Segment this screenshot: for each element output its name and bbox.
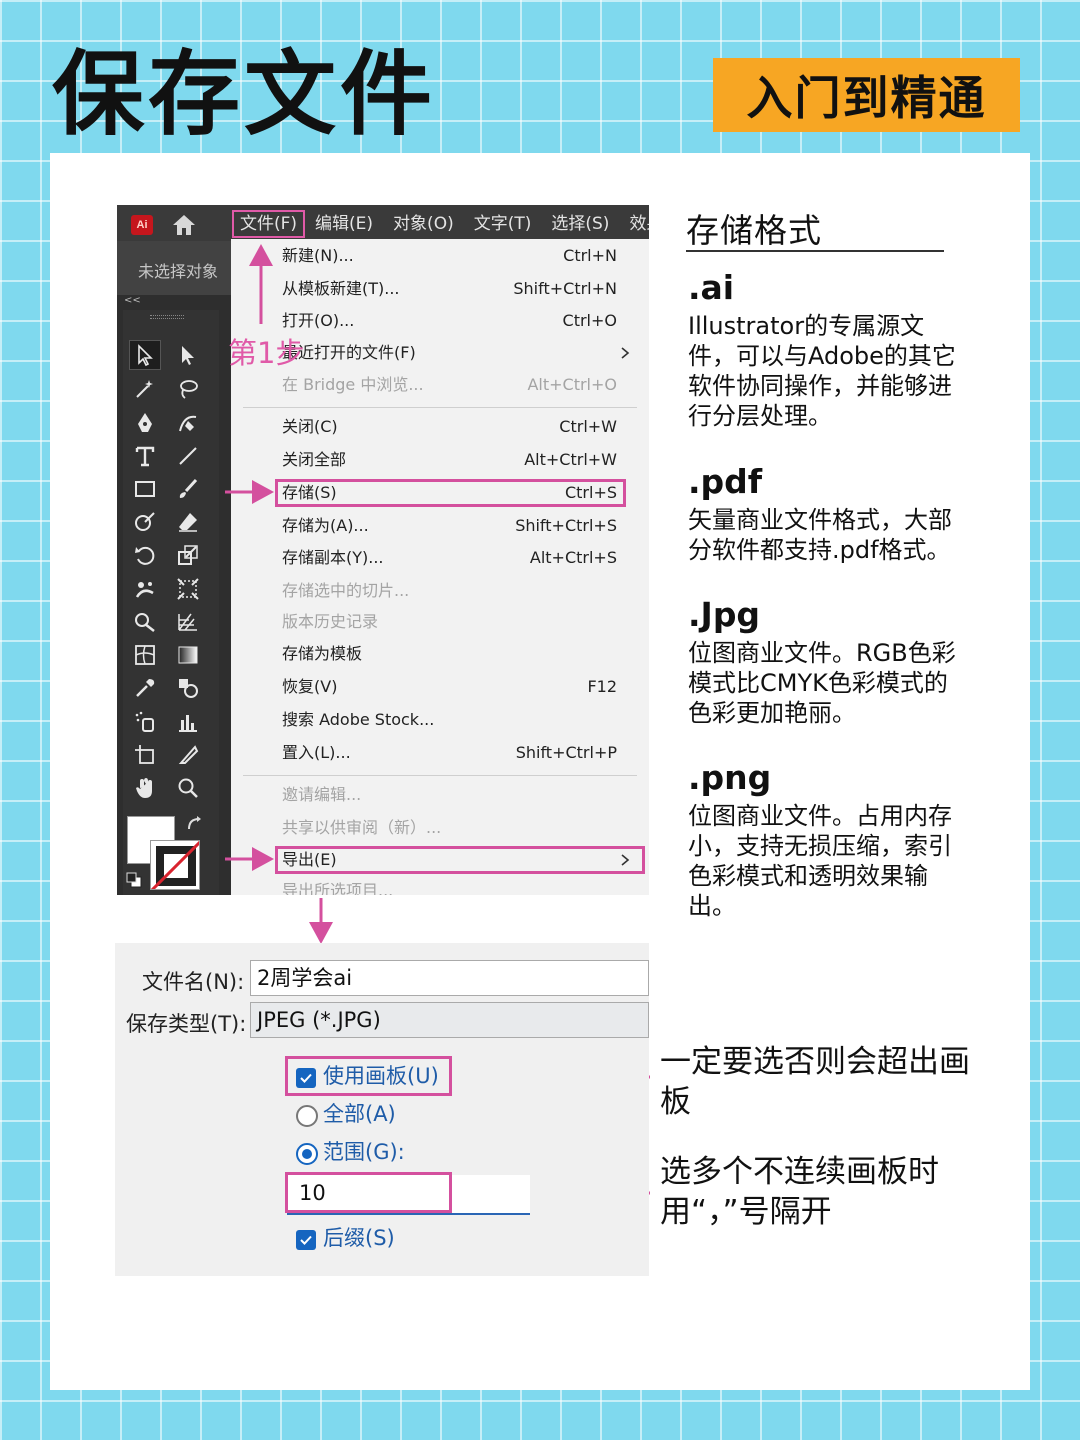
format-jpg-desc: 位图商业文件。RGB色彩模式比CMYK色彩模式的色彩更加艳丽。 <box>688 639 956 727</box>
step-1-label: 第1步 <box>228 336 305 370</box>
artboard-note: 一定要选否则会超出画板 <box>660 1044 970 1120</box>
filename-label: 文件名(N): <box>142 970 245 994</box>
format-ai-name: .ai <box>688 268 735 307</box>
check-icon <box>300 1235 312 1245</box>
formats-title: 存储格式 <box>686 211 822 250</box>
format-pdf-desc: 矢量商业文件格式，大部分软件都支持.pdf格式。 <box>688 506 952 564</box>
all-label[interactable]: 全部(A) <box>323 1100 396 1128</box>
range-radio[interactable] <box>296 1143 318 1165</box>
range-note: 选多个不连续画板时用“，”号隔开 <box>660 1154 939 1230</box>
format-ai-desc: Illustrator的专属源文件，可以与Adobe的其它软件协同操作，并能够进… <box>688 312 956 430</box>
artboards-highlight <box>285 1056 452 1096</box>
title-underline <box>686 250 944 252</box>
format-pdf-name: .pdf <box>688 462 763 501</box>
format-jpg-name: .Jpg <box>688 595 761 634</box>
suffix-checkbox[interactable] <box>296 1230 316 1250</box>
format-png-desc: 位图商业文件。占用内存小，支持无损压缩，索引色彩模式和透明效果输出。 <box>688 802 952 920</box>
range-highlight <box>285 1172 452 1213</box>
range-label[interactable]: 范围(G): <box>323 1138 405 1166</box>
save-type-select[interactable]: JPEG (*.JPG) <box>250 1002 649 1038</box>
format-png-name: .png <box>688 758 772 797</box>
save-type-label: 保存类型(T): <box>126 1012 247 1036</box>
all-radio[interactable] <box>296 1105 318 1127</box>
filename-input[interactable]: 2周学会ai <box>250 960 649 996</box>
suffix-label[interactable]: 后缀(S) <box>323 1224 395 1252</box>
